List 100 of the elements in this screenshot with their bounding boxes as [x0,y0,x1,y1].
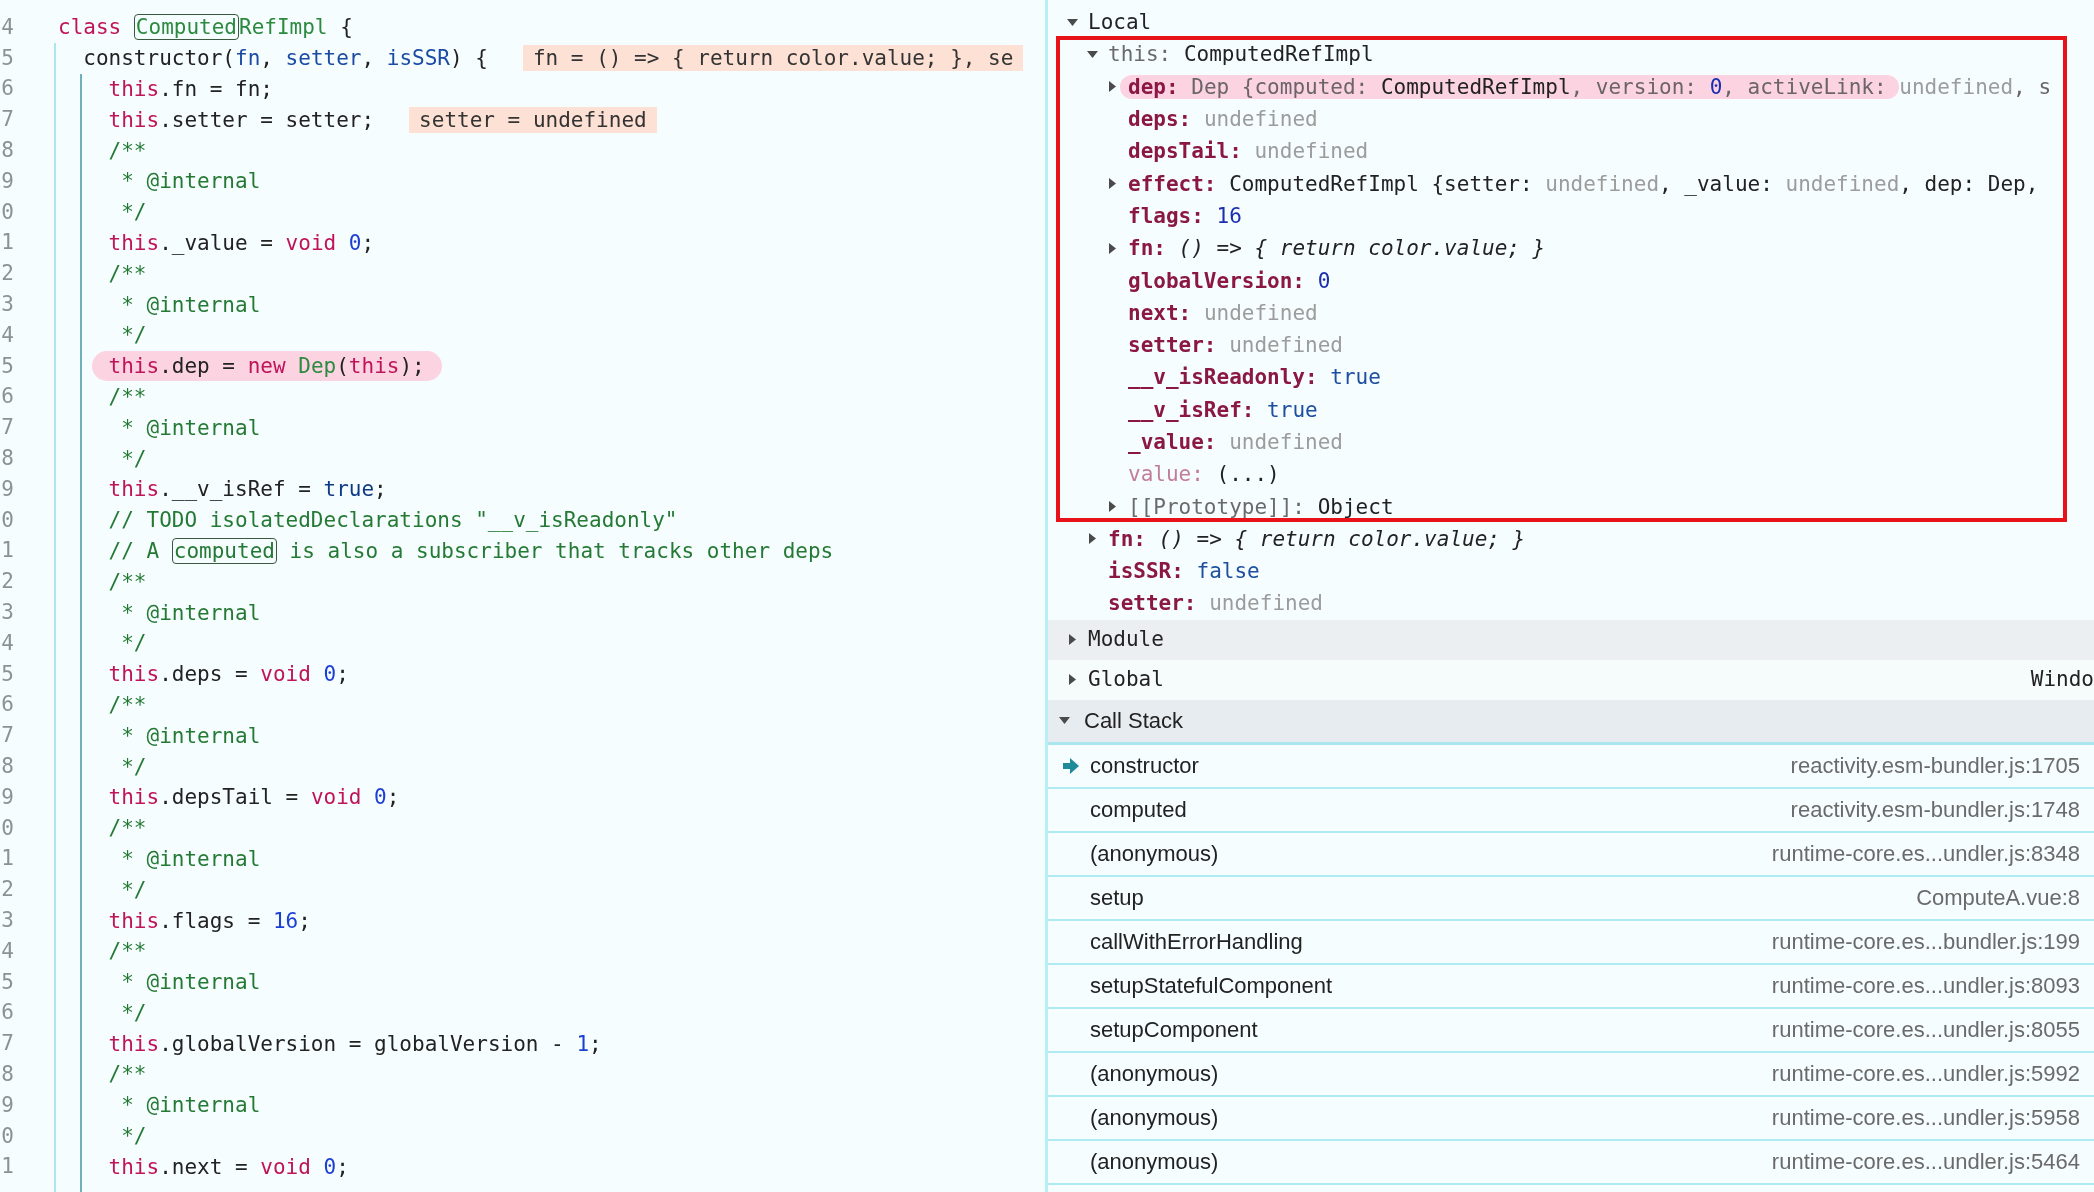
code-line: /** [107,260,148,288]
line-number: 7 [0,109,14,131]
inline-value: setter = undefined [409,106,657,133]
code-line: */ [120,876,148,904]
line-number: 0 [0,201,14,223]
scope-property: this: ComputedRefImpl [1107,41,1374,68]
code-line: this.globalVersion = globalVersion - 1; [107,1030,603,1058]
section-title: Module [1088,629,1164,651]
line-number: 7 [0,1033,14,1055]
line-number: 2 [0,879,14,901]
code-line: class Computed RefImpl { [58,13,354,42]
function-name: setupStatefulComponent [1090,972,1333,999]
section-title: Call Stack [1084,707,1184,734]
scope-property: fn: () => { return color.value; } [1127,235,1546,262]
line-number: 8 [0,756,14,777]
frame-location[interactable]: runtime-core.es...undler.js:8055 [1771,1016,2080,1043]
disclosure-triangle-icon[interactable] [1106,241,1119,255]
frame-location[interactable]: runtime-core.es...undler.js:5464 [1771,1148,2080,1175]
section-title: Global [1088,669,1164,691]
code-line: */ [120,445,148,473]
line-number: 0 [0,1125,14,1147]
function-name: constructor [1090,752,1199,779]
line-number: 7 [0,725,14,747]
line-number: 1 [0,232,14,254]
line-number: 1 [0,540,14,562]
disclosure-triangle-icon[interactable] [1066,673,1079,687]
code-line: */ [120,199,148,227]
code-line: * @internal [120,414,262,442]
disclosure-triangle-icon[interactable] [1086,532,1099,546]
line-number: 8 [0,1064,14,1085]
section-header[interactable]: Module [1048,619,2094,660]
line-number: 3 [0,910,14,931]
frame-location[interactable]: reactivity.esm-bundler.js:1705 [1790,752,2080,779]
line-number: 5 [0,971,14,993]
section-header[interactable]: Call Stack [1048,699,2094,745]
function-name: (anonymous) [1090,1104,1219,1131]
code-line: * @internal [120,969,262,997]
frame-location[interactable]: runtime-core.es...undler.js:5992 [1771,1060,2080,1087]
line-number: 9 [0,170,14,192]
function-name: (anonymous) [1090,840,1219,867]
line-number: 0 [0,817,14,839]
line-number: 3 [0,602,14,624]
line-number: 8 [0,448,14,470]
scope-property: deps: undefined [1127,106,1318,133]
function-name: computed [1090,796,1187,823]
frame-location[interactable]: runtime-core.es...undler.js:8093 [1771,972,2080,999]
frame-location[interactable]: runtime-core.es...bundler.js:199 [1771,928,2080,955]
line-number: 2 [0,263,14,285]
code-line: /** [107,691,148,719]
disclosure-triangle-icon[interactable] [1106,177,1119,191]
frame-location[interactable]: ComputeA.vue:8 [1916,884,2080,911]
line-number: 4 [0,324,14,346]
frame-location[interactable]: runtime-core.es...undler.js:5958 [1771,1104,2080,1131]
scope-property: __v_isReadonly: true [1127,364,1381,391]
line-number: 1 [0,848,14,870]
line-number: 4 [0,16,14,38]
line-number: 9 [0,1094,14,1116]
line-number: 7 [0,417,14,439]
code-line: * @internal [120,722,262,750]
code-line: this.__v_isRef = true; [107,476,388,504]
line-number: 3 [0,294,14,316]
code-line: /** [107,383,148,411]
section-value: Windo [2030,669,2094,691]
code-line: * @internal [120,168,262,196]
section-title[interactable]: Local [1088,11,1152,33]
line-number: 8 [0,140,14,162]
scope-property: [[Prototype]]: Object [1127,493,1394,520]
line-number: 5 [0,663,14,685]
line-number: 6 [0,694,14,716]
code-line: */ [120,999,148,1027]
line-number: 6 [0,1002,14,1024]
code-line: this.next = void 0; [107,1153,350,1181]
scope-property: setter: undefined [1107,590,1323,617]
frame-location[interactable]: runtime-core.es...undler.js:8348 [1771,840,2080,867]
line-number: 4 [0,940,14,962]
scope-property: setter: undefined [1127,332,1343,359]
code-line: this.deps = void 0; [107,661,350,689]
code-line: /** [107,815,148,843]
line-number: 1 [0,1156,14,1178]
code-line: */ [120,630,148,658]
frame-location[interactable]: reactivity.esm-bundler.js:1748 [1790,796,2080,823]
code-line: constructor(fn, setter, isSSR) { [82,45,489,73]
code-line: * @internal [120,599,262,627]
code-line: * @internal [120,1092,262,1120]
disclosure-triangle-icon[interactable] [1106,500,1119,514]
scope-property: next: undefined [1127,299,1318,326]
line-number: 0 [0,509,14,531]
disclosure-triangle-icon[interactable] [1066,633,1079,647]
scope-property: globalVersion: 0 [1127,267,1331,294]
scope-property: dep: Dep {computed: ComputedRefImpl, version: 0, activeLink: undefined, s [1120,73,2052,100]
code-line: /** [107,568,148,596]
scope-property: flags: 16 [1127,202,1242,229]
code-line: // A computed is also a subscriber that tracks other deps [107,536,835,565]
code-line: * @internal [120,291,262,319]
code-line: /** [107,137,148,165]
function-name: setup [1090,884,1144,911]
scope-property: effect: ComputedRefImpl {setter: undefined, _value: undefined, dep: Dep, [1127,170,2039,197]
code-line: this.fn = fn; [107,76,274,103]
code-line: // TODO isolatedDeclarations "__v_isReadonly" [107,507,679,535]
disclosure-triangle-icon[interactable] [1106,80,1119,94]
